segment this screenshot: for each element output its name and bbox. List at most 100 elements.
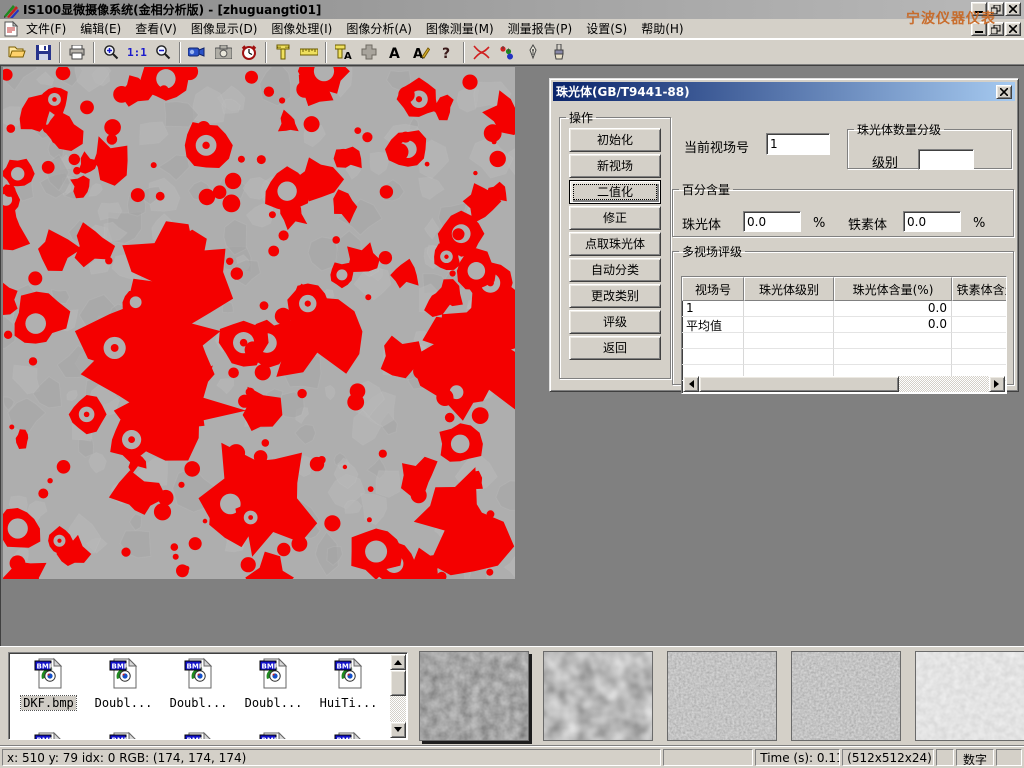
close-button[interactable] (1005, 2, 1021, 16)
status-bar: x: 510 y: 79 idx: 0 RGB: (174, 174, 174)… (0, 745, 1024, 768)
file-item[interactable]: BMP (311, 731, 386, 740)
bmp-file-icon: BMP (257, 731, 291, 740)
file-item[interactable]: BMP (161, 731, 236, 740)
ruler-button[interactable] (296, 41, 322, 64)
table-row[interactable]: 1 0.0 (682, 301, 1006, 317)
help-button[interactable]: ? (434, 41, 460, 64)
file-item[interactable]: BMPDoubl... (236, 657, 311, 710)
micrograph-image[interactable] (3, 67, 515, 579)
new-field-button[interactable]: 新视场 (569, 154, 661, 178)
file-list-scrollbar[interactable] (390, 654, 406, 738)
operation-group: 操作 初始化 新视场 二值化 修正 点取珠光体 自动分类 更改类别 评级 返回 (559, 109, 671, 379)
zoom-in-button[interactable] (98, 41, 124, 64)
init-button[interactable]: 初始化 (569, 128, 661, 152)
rate-button[interactable]: 评级 (569, 310, 661, 334)
pearlite-percent-sign: % (813, 216, 825, 231)
file-name: HuiTi... (318, 696, 380, 710)
rating-table-header: 视场号 珠光体级别 珠光体含量(%) 铁素体含量(%) (682, 277, 1006, 301)
bmp-file-icon: BMP (32, 731, 66, 740)
file-item[interactable]: BMP (11, 731, 86, 740)
actual-size-button[interactable]: 1:1 (124, 41, 150, 64)
dialog-title: 珠光体(GB/T9441-88) (556, 83, 690, 100)
child-close-button[interactable] (1005, 22, 1021, 36)
dialog-title-bar[interactable]: 珠光体(GB/T9441-88) (553, 82, 1015, 101)
image-thumbnail[interactable] (667, 651, 777, 741)
print-button[interactable] (64, 41, 90, 64)
caliper-button[interactable] (270, 41, 296, 64)
annotate-tool-button[interactable]: A (408, 41, 434, 64)
header-pearlite-content[interactable]: 珠光体含量(%) (834, 277, 952, 301)
menu-item-help[interactable]: 帮助(H) (634, 18, 690, 39)
title-bar: IS100显微摄像系统(金相分析版) - [zhuguangti01] (0, 0, 1024, 19)
timer-button[interactable] (236, 41, 262, 64)
binarize-button[interactable]: 二值化 (569, 180, 661, 204)
document-icon[interactable] (3, 21, 19, 37)
change-class-button[interactable]: 更改类别 (569, 284, 661, 308)
image-thumbnail[interactable] (419, 651, 529, 741)
table-horizontal-scrollbar[interactable] (683, 376, 1005, 392)
scroll-thumb[interactable] (699, 376, 899, 392)
return-button[interactable]: 返回 (569, 336, 661, 360)
file-item[interactable]: BMPDoubl... (161, 657, 236, 710)
ferrite-percent-input[interactable] (903, 211, 961, 232)
image-thumbnail[interactable] (915, 651, 1024, 741)
cell-pearlite-content: 0.0 (834, 301, 952, 317)
toolbar-separator (265, 42, 267, 63)
menu-item-edit[interactable]: 编辑(E) (73, 18, 128, 39)
text-tool-button[interactable]: A (382, 41, 408, 64)
video-camera-button[interactable] (184, 41, 210, 64)
grade-input[interactable] (918, 149, 974, 170)
pearlite-dialog: 珠光体(GB/T9441-88) 操作 初始化 新视场 二值化 修正 点取珠光体… (549, 78, 1019, 392)
grade-label: 级别 (872, 152, 898, 171)
measure-text-button[interactable]: A (330, 41, 356, 64)
menu-item-settings[interactable]: 设置(S) (579, 18, 634, 39)
image-thumbnail[interactable] (791, 651, 901, 741)
scroll-right-button[interactable] (989, 376, 1005, 392)
menu-item-file[interactable]: 文件(F) (19, 18, 73, 39)
pen-tool-button[interactable] (520, 41, 546, 64)
svg-text:A: A (413, 47, 423, 60)
ferrite-percent-sign: % (973, 216, 985, 231)
header-ferrite-content[interactable]: 铁素体含量(%) (952, 277, 1007, 301)
scroll-down-button[interactable] (390, 722, 406, 738)
scroll-up-button[interactable] (390, 654, 406, 670)
scroll-track[interactable] (899, 376, 989, 392)
zoom-out-button[interactable] (150, 41, 176, 64)
header-field-no[interactable]: 视场号 (682, 277, 744, 301)
curve-tool-button[interactable] (468, 41, 494, 64)
point-marker-button[interactable] (494, 41, 520, 64)
menu-item-image-display[interactable]: 图像显示(D) (184, 18, 265, 39)
scroll-thumb[interactable] (390, 670, 406, 696)
pattern-tool-button[interactable] (356, 41, 382, 64)
correct-button[interactable]: 修正 (569, 206, 661, 230)
cell-ferrite-content (952, 301, 1007, 317)
menu-item-image-processing[interactable]: 图像处理(I) (264, 18, 339, 39)
file-item[interactable]: BMPDKF.bmp (11, 657, 86, 710)
dialog-close-button[interactable] (996, 85, 1012, 99)
menu-item-image-measure[interactable]: 图像测量(M) (419, 18, 501, 39)
menu-item-view[interactable]: 查看(V) (128, 18, 184, 39)
menu-item-image-analysis[interactable]: 图像分析(A) (339, 18, 419, 39)
file-name: Doubl... (93, 696, 155, 710)
file-item[interactable]: BMP (86, 731, 161, 740)
pearlite-percent-input[interactable] (743, 211, 801, 232)
brush-tool-button[interactable] (546, 41, 572, 64)
scroll-left-button[interactable] (683, 376, 699, 392)
table-row-average[interactable]: 平均值 0.0 (682, 317, 1006, 333)
photo-camera-button[interactable] (210, 41, 236, 64)
pick-pearlite-button[interactable]: 点取珠光体 (569, 232, 661, 256)
auto-classify-button[interactable]: 自动分类 (569, 258, 661, 282)
bmp-file-icon: BMP (107, 731, 141, 740)
open-file-button[interactable] (4, 41, 30, 64)
save-button[interactable] (30, 41, 56, 64)
menu-item-measure-report[interactable]: 测量报告(P) (501, 18, 580, 39)
header-pearlite-grade[interactable]: 珠光体级别 (744, 277, 834, 301)
current-field-input[interactable] (766, 133, 830, 155)
percent-group-label: 百分含量 (679, 181, 733, 198)
file-item[interactable]: BMPDoubl... (86, 657, 161, 710)
file-item[interactable]: BMP (236, 731, 311, 740)
file-item[interactable]: BMPHuiTi... (311, 657, 386, 710)
image-thumbnail[interactable] (543, 651, 653, 741)
table-row-empty (682, 333, 1006, 349)
grading-group-label: 珠光体数量分级 (854, 121, 944, 138)
